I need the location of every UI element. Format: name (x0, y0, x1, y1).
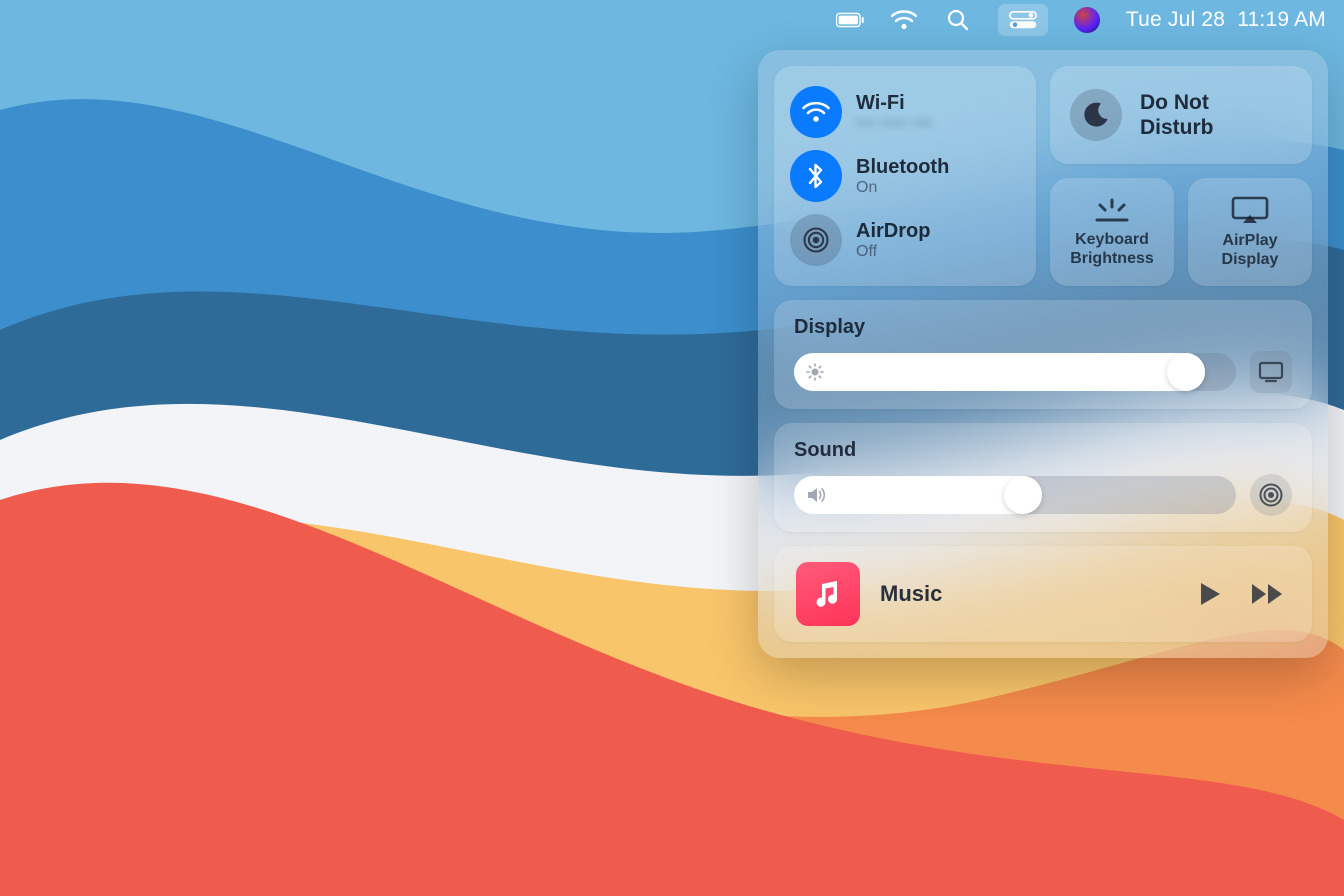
bluetooth-icon (790, 150, 842, 202)
spotlight-icon[interactable] (944, 6, 972, 34)
keyboard-brightness-button[interactable]: Keyboard Brightness (1050, 178, 1174, 286)
wifi-icon (790, 86, 842, 138)
airplay-icon (1231, 196, 1269, 224)
airdrop-label: AirDrop (856, 220, 930, 243)
menu-bar: Tue Jul 28 11:19 AM (0, 0, 1344, 40)
dnd-line2: Disturb (1140, 116, 1214, 139)
music-app-icon (796, 562, 860, 626)
wifi-menubar-icon[interactable] (890, 6, 918, 34)
ap-line2: Display (1222, 251, 1279, 268)
airdrop-status: Off (856, 243, 930, 261)
wifi-toggle[interactable]: Wi-Fi ••• •••• ••• (790, 80, 1020, 144)
display-label: Display (794, 316, 1292, 339)
sun-icon (806, 363, 824, 381)
music-label: Music (880, 581, 1174, 607)
kb-line1: Keyboard (1075, 231, 1149, 248)
battery-icon[interactable] (836, 6, 864, 34)
display-options-button[interactable] (1250, 351, 1292, 393)
airplay-display-button[interactable]: AirPlay Display (1188, 178, 1312, 286)
sound-card: Sound (774, 423, 1312, 532)
bluetooth-toggle[interactable]: Bluetooth On (790, 144, 1020, 208)
wifi-network-name: ••• •••• ••• (856, 115, 933, 133)
dnd-line1: Do Not (1140, 91, 1209, 114)
menu-bar-clock[interactable]: Tue Jul 28 11:19 AM (1126, 8, 1326, 32)
ap-line1: AirPlay (1222, 232, 1277, 249)
keyboard-brightness-icon (1092, 197, 1132, 223)
bluetooth-label: Bluetooth (856, 156, 949, 179)
airdrop-icon (790, 214, 842, 266)
bluetooth-status: On (856, 179, 949, 197)
sound-label: Sound (794, 439, 1292, 462)
connectivity-card: Wi-Fi ••• •••• ••• Bluetooth On AirDrop … (774, 66, 1036, 286)
display-card: Display (774, 300, 1312, 409)
sound-volume-slider[interactable] (794, 476, 1236, 514)
control-center-menubar-button[interactable] (998, 4, 1048, 36)
play-button[interactable] (1194, 577, 1226, 611)
next-track-button[interactable] (1246, 578, 1290, 610)
sound-output-button[interactable] (1250, 474, 1292, 516)
menu-bar-time: 11:19 AM (1237, 8, 1326, 31)
now-playing-card[interactable]: Music (774, 546, 1312, 642)
kb-line2: Brightness (1070, 250, 1154, 267)
wifi-label: Wi-Fi (856, 92, 933, 115)
speaker-icon (806, 486, 826, 504)
display-brightness-slider[interactable] (794, 353, 1236, 391)
siri-icon[interactable] (1074, 7, 1100, 33)
moon-icon (1070, 89, 1122, 141)
airdrop-toggle[interactable]: AirDrop Off (790, 208, 1020, 272)
menu-bar-date: Tue Jul 28 (1126, 8, 1225, 31)
do-not-disturb-toggle[interactable]: Do Not Disturb (1050, 66, 1312, 164)
control-center-panel: Wi-Fi ••• •••• ••• Bluetooth On AirDrop … (758, 50, 1328, 658)
